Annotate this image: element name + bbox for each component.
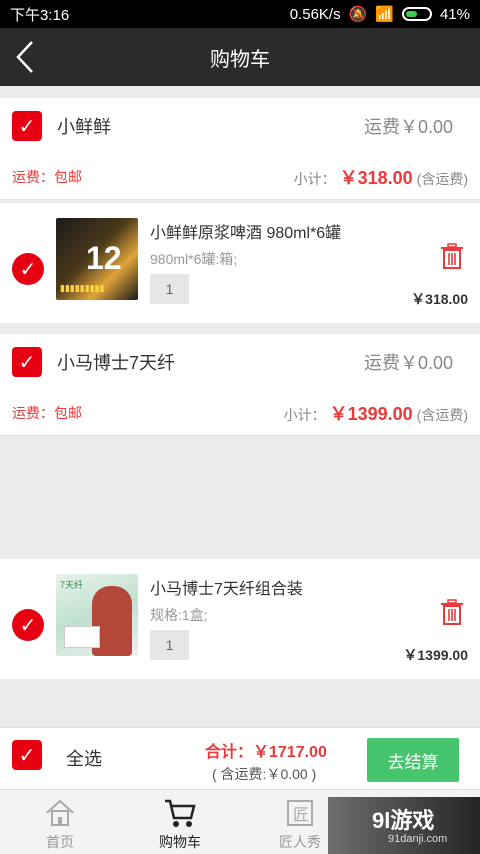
tab-label: 匠人秀	[279, 834, 321, 850]
subtotal: 小计： ￥1399.00 (含运费)	[283, 403, 468, 424]
item-price: ￥1399.00	[403, 647, 468, 663]
checkout-bar: ✓ 全选 合计：￥1717.00 ( 含运费:￥0.00 ) 去结算	[0, 727, 480, 789]
item-price: ￥318.00	[411, 291, 468, 307]
battery-icon	[401, 7, 432, 21]
quantity-field[interactable]: 1	[150, 630, 189, 660]
shop-header: ✓ 小马博士7天纤 运费￥0.00	[0, 334, 480, 390]
select-all-checkbox[interactable]: ✓	[12, 740, 42, 770]
product-title[interactable]: 小马博士7天纤组合装	[150, 575, 303, 599]
tab-home[interactable]: 首页	[0, 790, 120, 854]
tab-label: 购物车	[159, 834, 201, 850]
tab-cart[interactable]: 购物车	[120, 790, 240, 854]
battery-percent: 41%	[439, 5, 470, 23]
shop-summary: 运费：包邮 小计： ￥318.00 (含运费)	[0, 154, 480, 200]
shop-name: 小鲜鲜	[57, 117, 111, 137]
product-spec: 980ml*6罐:箱;	[150, 251, 238, 267]
shop-summary: 运费：包邮 小计： ￥1399.00 (含运费)	[0, 390, 480, 436]
cart-icon	[120, 798, 240, 832]
mute-icon: 🔕	[348, 6, 368, 23]
quantity-field[interactable]: 1	[150, 274, 189, 304]
trash-icon[interactable]	[440, 599, 466, 627]
wifi-icon: 📶	[375, 6, 394, 23]
shop-freight: 运费￥0.00	[363, 117, 453, 137]
home-icon	[0, 798, 120, 832]
shop-checkbox[interactable]: ✓	[12, 111, 42, 141]
item-checkbox[interactable]: ✓	[12, 253, 44, 285]
network-speed: 0.56K/s	[289, 5, 341, 23]
svg-text:匠: 匠	[293, 805, 309, 824]
shop-header: ✓ 小鲜鲜 运费￥0.00	[0, 98, 480, 154]
select-all-label[interactable]: 全选	[66, 745, 102, 771]
total-amount: 合计：￥1717.00	[205, 744, 327, 761]
watermark-logo: 9l游戏 91danji.com	[328, 797, 480, 854]
item-checkbox[interactable]: ✓	[12, 609, 44, 641]
total-shipping-note: ( 含运费:￥0.00 )	[212, 766, 317, 782]
shop-block-2: ✓ 小马博士7天纤 运费￥0.00 运费：包邮 小计： ￥1399.00 (含运费)	[0, 334, 480, 436]
app-header: 购物车	[0, 28, 480, 86]
shop-name: 小马博士7天纤	[57, 353, 176, 373]
product-spec: 规格:1盒;	[150, 607, 208, 623]
back-icon[interactable]	[10, 38, 40, 76]
status-time: 下午3:16	[10, 6, 70, 24]
page-title: 购物车	[210, 48, 270, 71]
subtotal-amount: ￥1399.00	[329, 403, 413, 424]
tab-label: 首页	[46, 834, 74, 850]
cart-item-2[interactable]: ✓ 7天纤 小马博士7天纤组合装 规格:1盒; 1 ￥1399.00	[0, 559, 480, 679]
product-image[interactable]: 12 ▮▮▮▮▮▮▮▮▮	[56, 218, 138, 300]
cart-item-1[interactable]: ✓ 12 ▮▮▮▮▮▮▮▮▮ 小鲜鲜原浆啤酒 980ml*6罐 980ml*6罐…	[0, 203, 480, 323]
shop-freight: 运费￥0.00	[363, 353, 453, 373]
trash-icon[interactable]	[440, 243, 466, 271]
free-shipping-label: 运费：包邮	[12, 168, 82, 185]
product-title[interactable]: 小鲜鲜原浆啤酒 980ml*6罐	[150, 219, 341, 243]
status-bar: 下午3:16 0.56K/s 🔕 📶 41%	[0, 0, 480, 28]
shop-block-1: ✓ 小鲜鲜 运费￥0.00 运费：包邮 小计： ￥318.00 (含运费)	[0, 98, 480, 200]
free-shipping-label: 运费：包邮	[12, 404, 82, 421]
product-image[interactable]: 7天纤	[56, 574, 138, 656]
checkout-button[interactable]: 去结算	[367, 738, 459, 782]
shop-checkbox[interactable]: ✓	[12, 347, 42, 377]
subtotal-amount: ￥318.00	[339, 167, 413, 188]
subtotal: 小计： ￥318.00 (含运费)	[293, 167, 468, 188]
